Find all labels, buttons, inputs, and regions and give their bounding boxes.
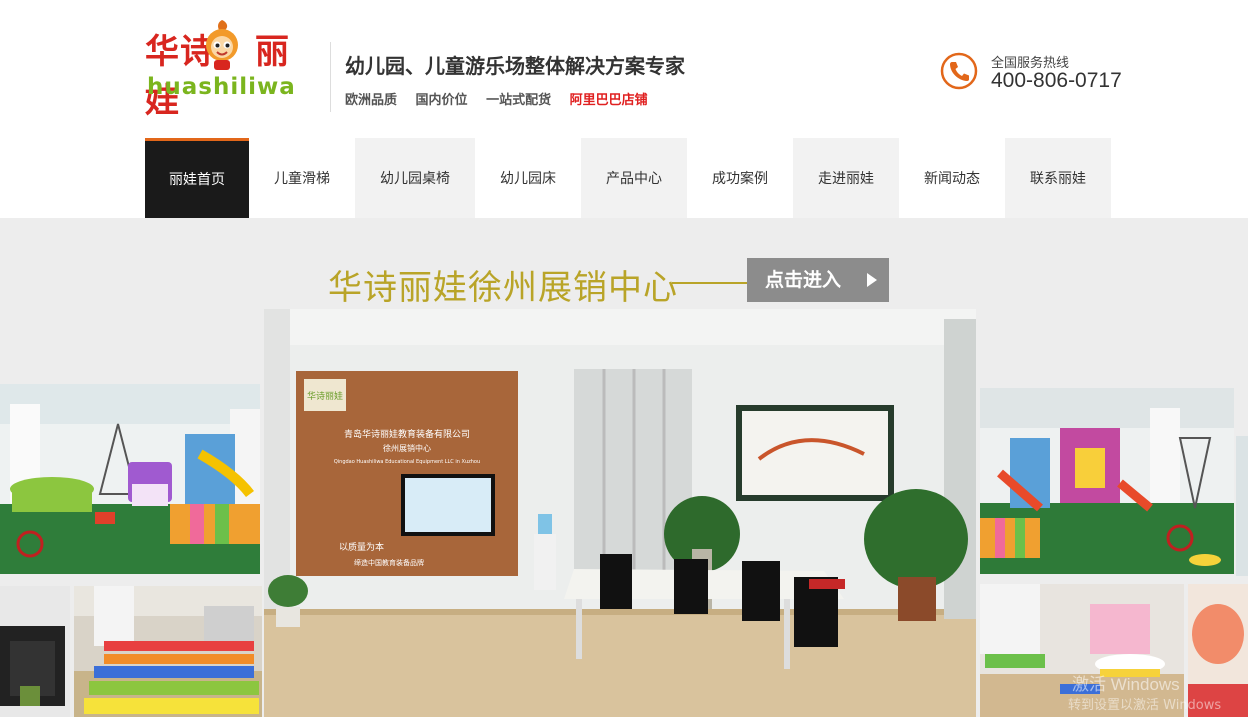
feature-onestop: 一站式配货 xyxy=(486,93,552,108)
nav-item-desks-chairs[interactable]: 幼儿园桌椅 xyxy=(355,138,475,218)
os-watermark-line1: 激活 Windows xyxy=(1072,675,1180,694)
photo-playground-left[interactable] xyxy=(0,384,260,574)
photo-classroom-chairs[interactable] xyxy=(74,586,262,717)
nav-item-cases[interactable]: 成功案例 xyxy=(687,138,793,218)
feature-price: 国内价位 xyxy=(415,93,468,108)
nav-item-slides[interactable]: 儿童滑梯 xyxy=(249,138,355,218)
arrow-right-icon xyxy=(867,273,877,287)
banner-title: 华诗丽娃徐州展销中心 xyxy=(328,268,678,308)
mascot-icon xyxy=(206,20,238,70)
phone-icon xyxy=(940,52,978,90)
nav-item-home[interactable]: 丽娃首页 xyxy=(145,138,249,218)
enter-button[interactable]: 点击进入 xyxy=(747,258,889,302)
os-watermark-line2: 转到设置以激活 Windows xyxy=(1068,698,1222,713)
hero-banner: 华诗丽娃徐州展销中心 点击进入 华诗丽娃 青岛华诗丽娃教育装备有限公司 徐州展销… xyxy=(0,218,1248,717)
svg-text:华诗丽娃: 华诗丽娃 xyxy=(307,390,343,402)
site-logo[interactable]: 华诗 丽娃 huashiliwa xyxy=(145,18,315,121)
feature-quality: 欧洲品质 xyxy=(345,93,398,108)
hotline-number[interactable]: 400-806-0717 xyxy=(991,69,1122,93)
photo-edge-sliver-right xyxy=(1236,436,1248,576)
logo-pinyin: huashiliwa xyxy=(147,74,296,100)
nav-item-beds[interactable]: 幼儿园床 xyxy=(475,138,581,218)
svg-text:青岛华诗丽娃教育装备有限公司: 青岛华诗丽娃教育装备有限公司 xyxy=(344,428,470,440)
svg-text:Qingdao Huashiliwa Educational: Qingdao Huashiliwa Educational Equipment… xyxy=(334,459,480,465)
nav-item-contact[interactable]: 联系丽娃 xyxy=(1005,138,1111,218)
nav-item-news[interactable]: 新闻动态 xyxy=(899,138,1005,218)
svg-text:徐州展销中心: 徐州展销中心 xyxy=(383,443,431,453)
enter-button-label: 点击进入 xyxy=(765,269,842,291)
photo-classroom-door[interactable] xyxy=(0,586,70,717)
svg-text:以质量为本: 以质量为本 xyxy=(339,541,384,553)
svg-text:缔造中国教育装备品牌: 缔造中国教育装备品牌 xyxy=(354,558,424,567)
nav-item-about[interactable]: 走进丽娃 xyxy=(793,138,899,218)
alibaba-store-link[interactable]: 阿里巴巴店铺 xyxy=(570,93,648,108)
site-header: 华诗 丽娃 huashiliwa 幼儿园、儿童游乐场整体解决方案专家 欧洲品质 国… xyxy=(0,0,1248,139)
header-divider xyxy=(330,42,331,112)
photo-playground-right[interactable] xyxy=(980,388,1234,574)
header-slogan: 幼儿园、儿童游乐场整体解决方案专家 xyxy=(345,54,685,78)
nav-item-products[interactable]: 产品中心 xyxy=(581,138,687,218)
header-features: 欧洲品质 国内价位 一站式配货 阿里巴巴店铺 xyxy=(345,89,662,108)
banner-connector-line xyxy=(672,282,748,284)
photo-showroom-main[interactable]: 华诗丽娃 青岛华诗丽娃教育装备有限公司 徐州展销中心 Qingdao Huash… xyxy=(264,309,976,717)
main-nav: 丽娃首页 儿童滑梯 幼儿园桌椅 幼儿园床 产品中心 成功案例 走进丽娃 新闻动态… xyxy=(0,138,1248,218)
